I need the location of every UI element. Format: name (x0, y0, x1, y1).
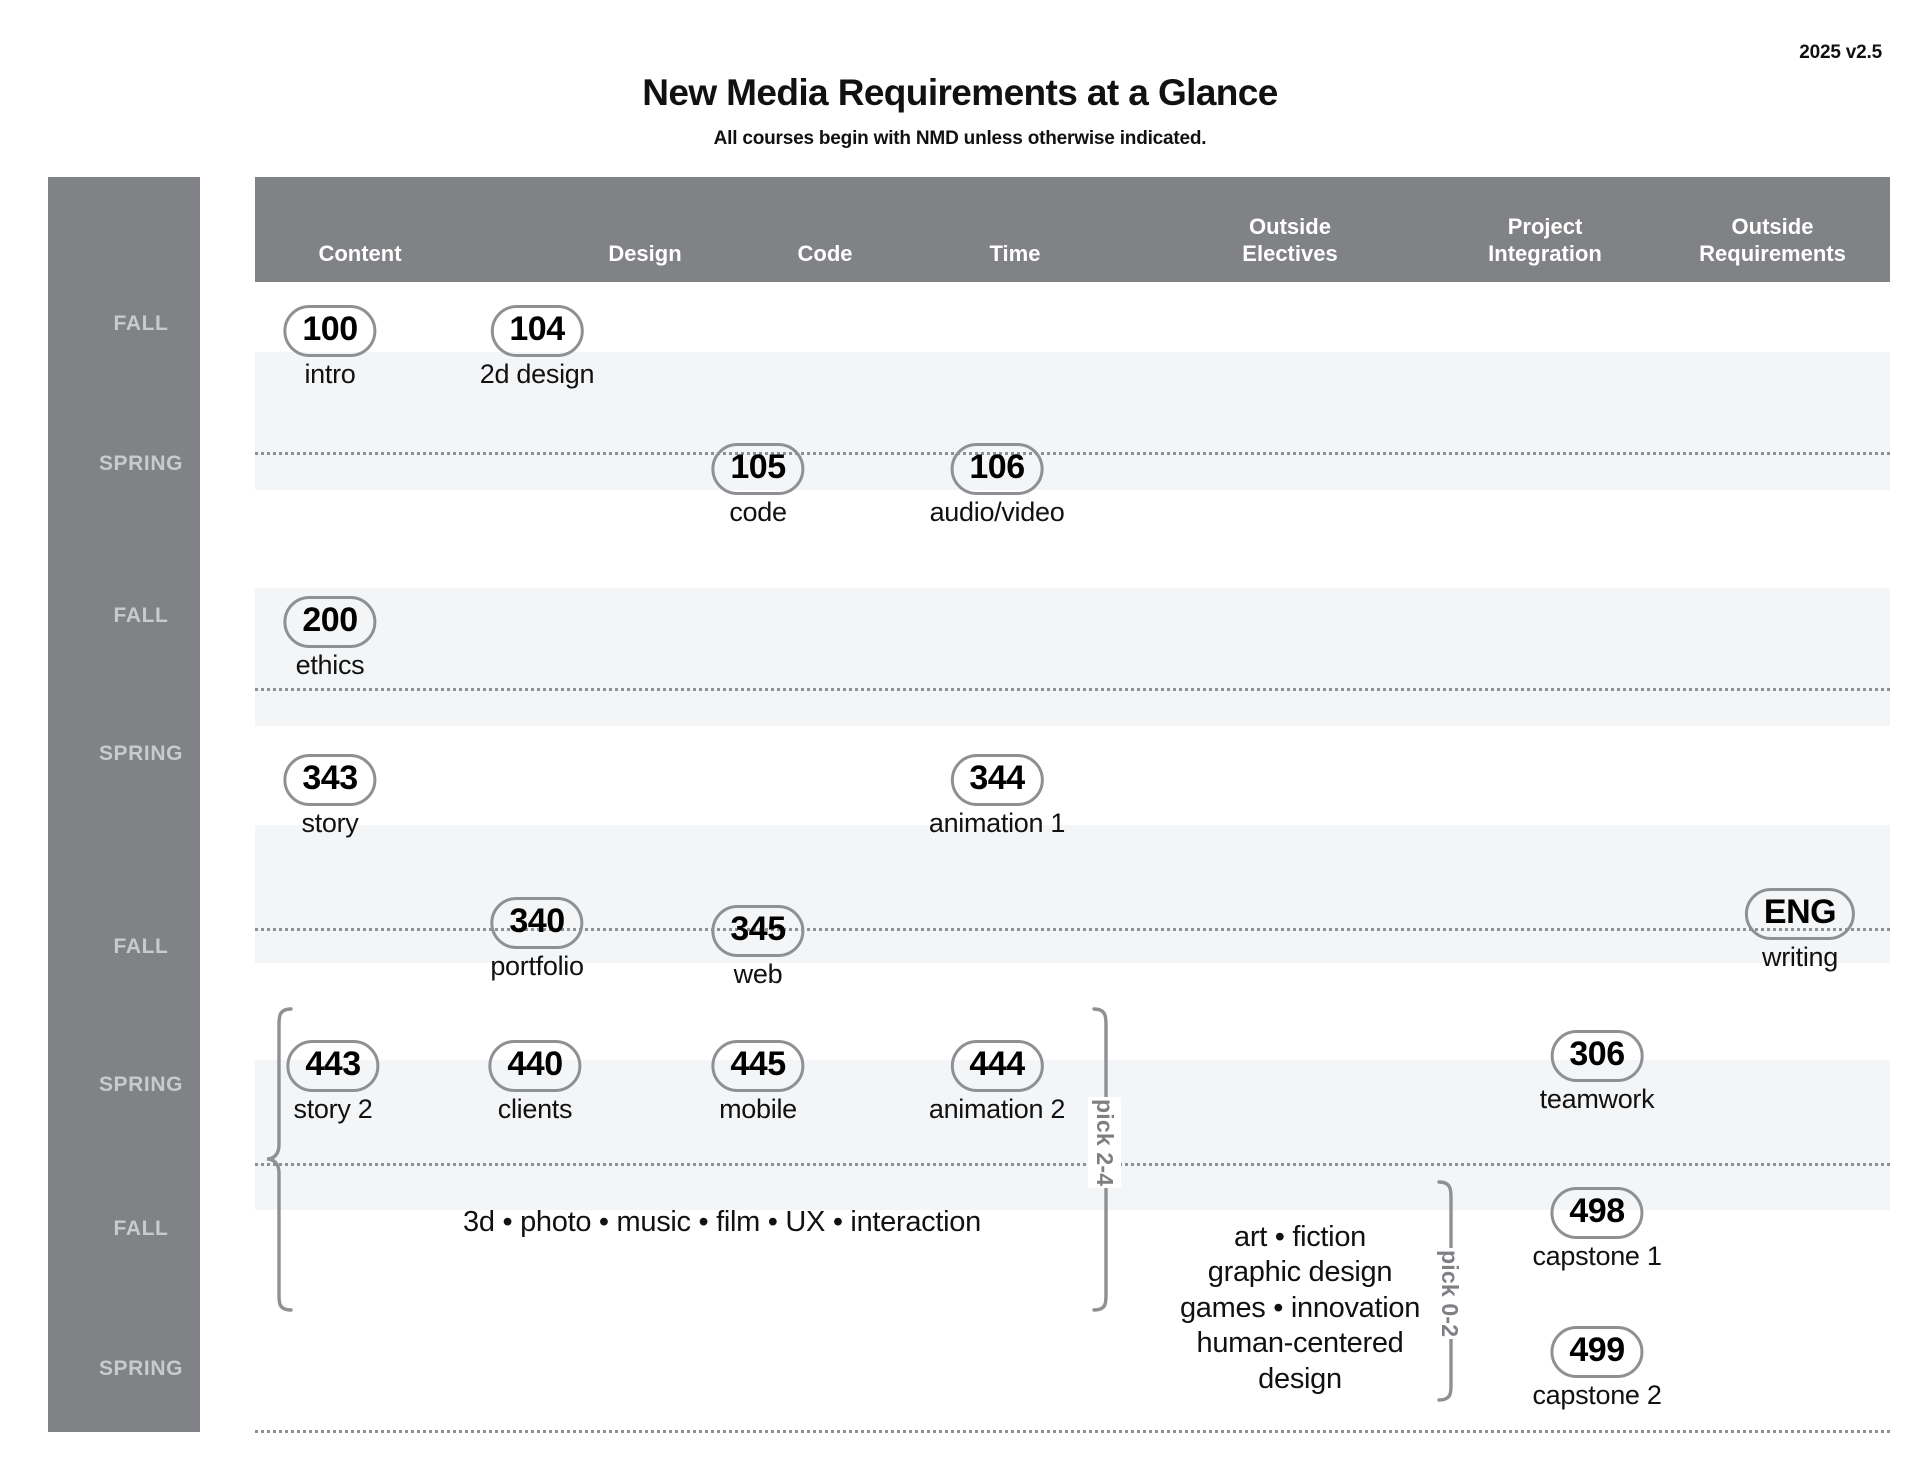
course-340[interactable]: 340 portfolio (490, 897, 584, 982)
column-header-design: Design (608, 241, 682, 267)
column-header-outside-electives-line1: Outside (1249, 214, 1331, 240)
course-code-eng: ENG (1744, 888, 1856, 940)
course-name-343: story (301, 807, 359, 838)
course-code-104: 104 (490, 305, 584, 357)
course-code-340: 340 (490, 897, 584, 949)
course-name-498: capstone 1 (1532, 1240, 1662, 1271)
column-header-code: Code (797, 241, 853, 267)
course-code-105: 105 (711, 443, 805, 495)
column-header-content: Content (318, 241, 402, 267)
course-498[interactable]: 498 capstone 1 (1532, 1187, 1662, 1272)
semester-label-y3-spring: SPRING (98, 1073, 184, 1096)
course-name-443: story 2 (293, 1093, 373, 1124)
column-header-bar: Content Design Code Time Outside Electiv… (255, 177, 1890, 282)
course-code-306: 306 (1550, 1030, 1644, 1082)
course-code-200: 200 (283, 596, 377, 648)
course-code-498: 498 (1550, 1187, 1644, 1239)
course-443[interactable]: 443 story 2 (286, 1040, 380, 1125)
version-label: 2025 v2.5 (1799, 42, 1882, 63)
outside-elective-item: games • innovation (1179, 1291, 1421, 1324)
column-header-project-integration-line1: Project (1507, 214, 1583, 240)
course-code-100: 100 (283, 305, 377, 357)
column-header-outside-requirements: Outside Requirements (1655, 214, 1890, 268)
outside-elective-item: human-centered (1196, 1327, 1404, 1360)
requirements-chart: 2025 v2.5 New Media Requirements at a Gl… (0, 0, 1920, 1484)
semester-label-y1-spring: SPRING (98, 452, 184, 475)
divider-year4-fall-spring (255, 1163, 1890, 1166)
column-header-time: Time (989, 241, 1041, 267)
semester-label-y2-fall: FALL (113, 604, 169, 627)
course-445[interactable]: 445 mobile (711, 1040, 805, 1125)
course-name-106: audio/video (929, 496, 1065, 527)
course-name-444: animation 2 (928, 1093, 1066, 1124)
year-label-first: First year (14, 330, 41, 438)
divider-year1-year2 (255, 452, 1890, 455)
page-subtitle: All courses begin with NMD unless otherw… (713, 128, 1207, 149)
year-label-fourth: Fourth year (14, 1209, 41, 1339)
course-306[interactable]: 306 teamwork (1540, 1030, 1655, 1115)
course-eng[interactable]: ENG writing (1744, 888, 1856, 973)
course-106[interactable]: 106 audio/video (930, 443, 1065, 528)
course-code-445: 445 (711, 1040, 805, 1092)
course-name-200: ethics (295, 649, 365, 680)
divider-bottom (255, 1430, 1890, 1433)
outside-elective-item: design (1258, 1362, 1342, 1395)
course-name-499: capstone 2 (1532, 1379, 1662, 1410)
pick-0-2-label: pick 0-2 (1433, 1248, 1466, 1340)
course-code-444: 444 (950, 1040, 1044, 1092)
course-440[interactable]: 440 clients (488, 1040, 582, 1125)
outside-electives-list: art • fiction graphic design games • inn… (1180, 1220, 1420, 1397)
course-name-105: code (729, 496, 787, 527)
column-header-outside-requirements-line2: Requirements (1699, 241, 1846, 267)
pick-2-4-label: pick 2-4 (1088, 1097, 1121, 1189)
course-code-344: 344 (950, 754, 1044, 806)
course-code-343: 343 (283, 754, 377, 806)
course-344[interactable]: 344 animation 1 (929, 754, 1065, 839)
column-header-outside-electives: Outside Electives (1175, 214, 1405, 268)
semester-label-y3-fall: FALL (113, 935, 169, 958)
course-code-499: 499 (1550, 1326, 1644, 1378)
course-345[interactable]: 345 web (711, 905, 805, 990)
course-499[interactable]: 499 capstone 2 (1532, 1326, 1662, 1411)
semester-label-y2-spring: SPRING (98, 742, 184, 765)
course-104[interactable]: 104 2d design (479, 305, 595, 390)
course-100[interactable]: 100 intro (283, 305, 377, 390)
course-name-100: intro (304, 358, 356, 389)
left-bracket (265, 1007, 293, 1312)
outside-elective-item: graphic design (1207, 1256, 1393, 1289)
course-343[interactable]: 343 story (283, 754, 377, 839)
column-header-project-integration: Project Integration (1430, 214, 1660, 268)
row-band-year2-spring (255, 588, 1890, 726)
course-444[interactable]: 444 animation 2 (929, 1040, 1065, 1125)
year-label-second: Second year (14, 581, 41, 723)
course-name-104: 2d design (479, 358, 595, 389)
course-name-340: portfolio (490, 950, 584, 981)
elective-pool-text: 3d • photo • music • film • UX • interac… (463, 1206, 981, 1238)
semester-label-y4-spring: SPRING (98, 1357, 184, 1380)
course-name-eng: writing (1762, 941, 1838, 972)
semester-label-y4-fall: FALL (113, 1217, 169, 1240)
outside-elective-item: art • fiction (1234, 1221, 1366, 1253)
course-name-345: web (733, 958, 783, 989)
course-105[interactable]: 105 code (711, 443, 805, 528)
column-header-outside-requirements-line1: Outside (1731, 214, 1814, 240)
course-name-440: clients (497, 1093, 573, 1124)
year-label-third: Third year (14, 936, 41, 1052)
course-code-106: 106 (950, 443, 1044, 495)
year-sidebar (48, 177, 200, 1432)
semester-label-y1-fall: FALL (113, 312, 169, 335)
column-header-outside-electives-line2: Electives (1242, 241, 1338, 267)
course-200[interactable]: 200 ethics (283, 596, 377, 681)
course-name-306: teamwork (1539, 1083, 1655, 1114)
course-code-440: 440 (488, 1040, 582, 1092)
course-code-443: 443 (286, 1040, 380, 1092)
course-code-345: 345 (711, 905, 805, 957)
course-name-344: animation 1 (928, 807, 1066, 838)
column-header-project-integration-line2: Integration (1488, 241, 1602, 267)
page-title: New Media Requirements at a Glance (642, 72, 1278, 113)
course-name-445: mobile (719, 1093, 797, 1124)
divider-year2-year3 (255, 688, 1890, 691)
